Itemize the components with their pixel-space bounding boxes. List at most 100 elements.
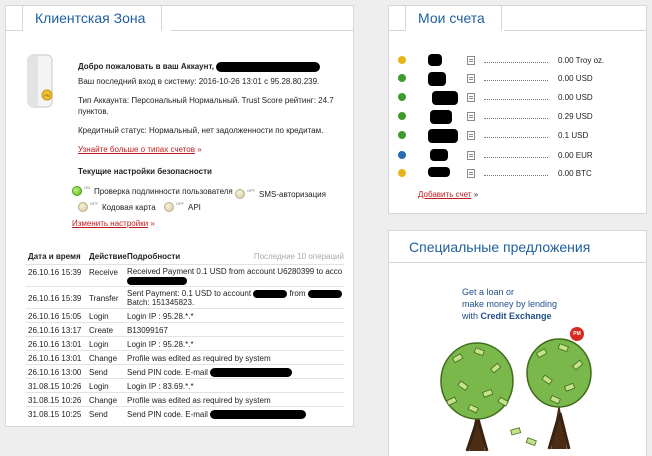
security-label: SMS-авторизация [259, 189, 326, 199]
statement-icon[interactable] [467, 74, 475, 83]
welcome-text: Добро пожаловать в ваш Аккаунт, [78, 62, 214, 71]
raquo: » [197, 145, 202, 154]
row-date: 26.10.16 13:01 [28, 354, 82, 363]
raquo: » [150, 219, 155, 228]
account-row[interactable]: 0.00 EUR [398, 149, 593, 161]
client-zone-tab: Клиентская Зона [22, 5, 163, 31]
add-account-link[interactable]: Добавить счет [418, 190, 472, 199]
security-label: Кодовая карта [102, 202, 156, 212]
change-settings-line: Изменить настройки » [72, 219, 155, 228]
security-sms-auth[interactable]: OFF SMS-авторизация [235, 187, 326, 199]
accounts-title: Мои счета [418, 10, 485, 26]
account-amount: 0.00 BTC [558, 169, 592, 178]
redacted-account [127, 276, 187, 285]
row-details: Send PIN code. E-mail [127, 368, 342, 378]
redacted-email [210, 410, 307, 420]
row-action: Send [89, 368, 108, 377]
welcome-line: Добро пожаловать в ваш Аккаунт, [78, 61, 342, 72]
redacted-account [307, 289, 342, 298]
account-amount: 0.00 Troy oz. [558, 56, 605, 65]
row-details: Profile was edited as required by system [127, 354, 271, 363]
account-row[interactable]: 0.00 USD [398, 72, 593, 86]
statement-icon[interactable] [467, 112, 475, 121]
toggle-off-icon[interactable] [235, 189, 245, 199]
toggle-off-icon[interactable] [78, 202, 88, 212]
row-details-text: Batch: 151345823. [127, 298, 195, 307]
raquo: » [473, 190, 479, 199]
security-label: Проверка подлинности пользователя [94, 186, 233, 196]
statement-icon[interactable] [467, 131, 475, 140]
dotted-line [484, 99, 548, 100]
toggle-state: OFF [90, 200, 98, 206]
row-date: 31.08.15 10:26 [28, 396, 82, 405]
dotted-line [484, 137, 548, 138]
usd-coin-icon [398, 93, 406, 101]
row-details: Send PIN code. E-mail [127, 410, 342, 420]
redacted-account-id [428, 167, 450, 177]
redacted-account-id [430, 149, 448, 161]
redacted-account-id [428, 129, 458, 143]
security-code-card[interactable]: OFF Кодовая карта [78, 200, 156, 212]
row-action: Change [89, 396, 118, 405]
toggle-state: OFF [176, 200, 184, 206]
row-action: Send [89, 410, 108, 419]
security-user-auth[interactable]: ON Проверка подлинности пользователя [72, 184, 233, 196]
account-amount: 0.00 USD [558, 93, 593, 102]
accounts-panel: Мои счета 0.00 Troy oz. 0.00 USD 0.00 US… [388, 5, 647, 214]
row-action: Receive [89, 268, 118, 277]
table-row: 26.10.16 13:00 Send Send PIN code. E-mai… [26, 364, 344, 378]
learn-more-link[interactable]: Узнайте больше о типах счетов [78, 145, 195, 154]
table-row: 31.08.15 10:26 Change Profile was edited… [26, 392, 344, 406]
tree-crown [526, 338, 592, 408]
table-row: 31.08.15 10:25 Send Send PIN code. E-mai… [26, 406, 344, 420]
toggle-state: ON [84, 184, 90, 190]
account-row[interactable]: 0.00 BTC [398, 167, 592, 179]
account-type: Тип Аккаунта: Персональный Нормальный. T… [78, 96, 334, 116]
statement-icon[interactable] [467, 169, 475, 178]
row-date: 26.10.16 15:05 [28, 312, 82, 321]
row-date: 31.08.15 10:26 [28, 382, 82, 391]
redacted-account-id [430, 110, 452, 124]
row-action: Login [89, 382, 109, 391]
row-action: Transfer [89, 294, 119, 303]
row-date: 26.10.16 15:39 [28, 294, 82, 303]
account-amount: 0.00 USD [558, 74, 593, 83]
toggle-off-icon[interactable] [164, 202, 174, 212]
row-details-text: from [289, 289, 306, 298]
toggle-on-icon[interactable] [72, 186, 82, 196]
statement-icon[interactable] [467, 93, 475, 102]
account-row[interactable]: 0.00 USD [398, 91, 593, 105]
account-row[interactable]: 0.29 USD [398, 110, 593, 124]
table-row: 26.10.16 13:01 Login Login IP : 95.28.*.… [26, 336, 344, 350]
learn-more-line: Узнайте больше о типах счетов » [78, 144, 342, 155]
change-settings-link[interactable]: Изменить настройки [72, 219, 148, 228]
row-action: Login [89, 340, 109, 349]
history-table: Дата и время Действие Подробности Послед… [26, 250, 344, 420]
add-account-line: Добавить счет » [418, 190, 478, 199]
redacted-account-id [432, 91, 458, 105]
statement-icon[interactable] [467, 56, 475, 65]
account-amount: 0.29 USD [558, 112, 593, 121]
redacted-account-id [428, 54, 442, 66]
redacted-account [253, 289, 288, 298]
client-zone-panel: Клиентская Зона PM Добро пожаловать в ва… [5, 5, 354, 427]
account-row[interactable]: 0.1 USD [398, 129, 588, 143]
usd-coin-icon [398, 131, 406, 139]
last-login: Ваш последний вход в систему: 2016-10-26… [78, 77, 320, 86]
statement-icon[interactable] [467, 151, 475, 160]
toggle-state: OFF [247, 187, 255, 193]
usd-coin-icon [398, 74, 406, 82]
security-api[interactable]: OFF API [164, 200, 201, 212]
row-details: Profile was edited as required by system [127, 396, 271, 405]
row-date: 26.10.16 13:17 [28, 326, 82, 335]
btc-coin-icon [398, 169, 406, 177]
money-trees-illustration [440, 338, 592, 452]
usd-coin-icon [398, 112, 406, 120]
account-row[interactable]: 0.00 Troy oz. [398, 54, 604, 66]
row-action: Login [89, 312, 109, 321]
row-details: Login IP : 95.28.*.* [127, 312, 194, 321]
security-title: Текущие настройки безопасности [78, 167, 212, 176]
row-details: Login IP : 95.28.*.* [127, 340, 194, 349]
credit-status: Кредитный статус: Нормальный, нет задолж… [78, 126, 324, 135]
col-datetime: Дата и время [28, 252, 81, 261]
